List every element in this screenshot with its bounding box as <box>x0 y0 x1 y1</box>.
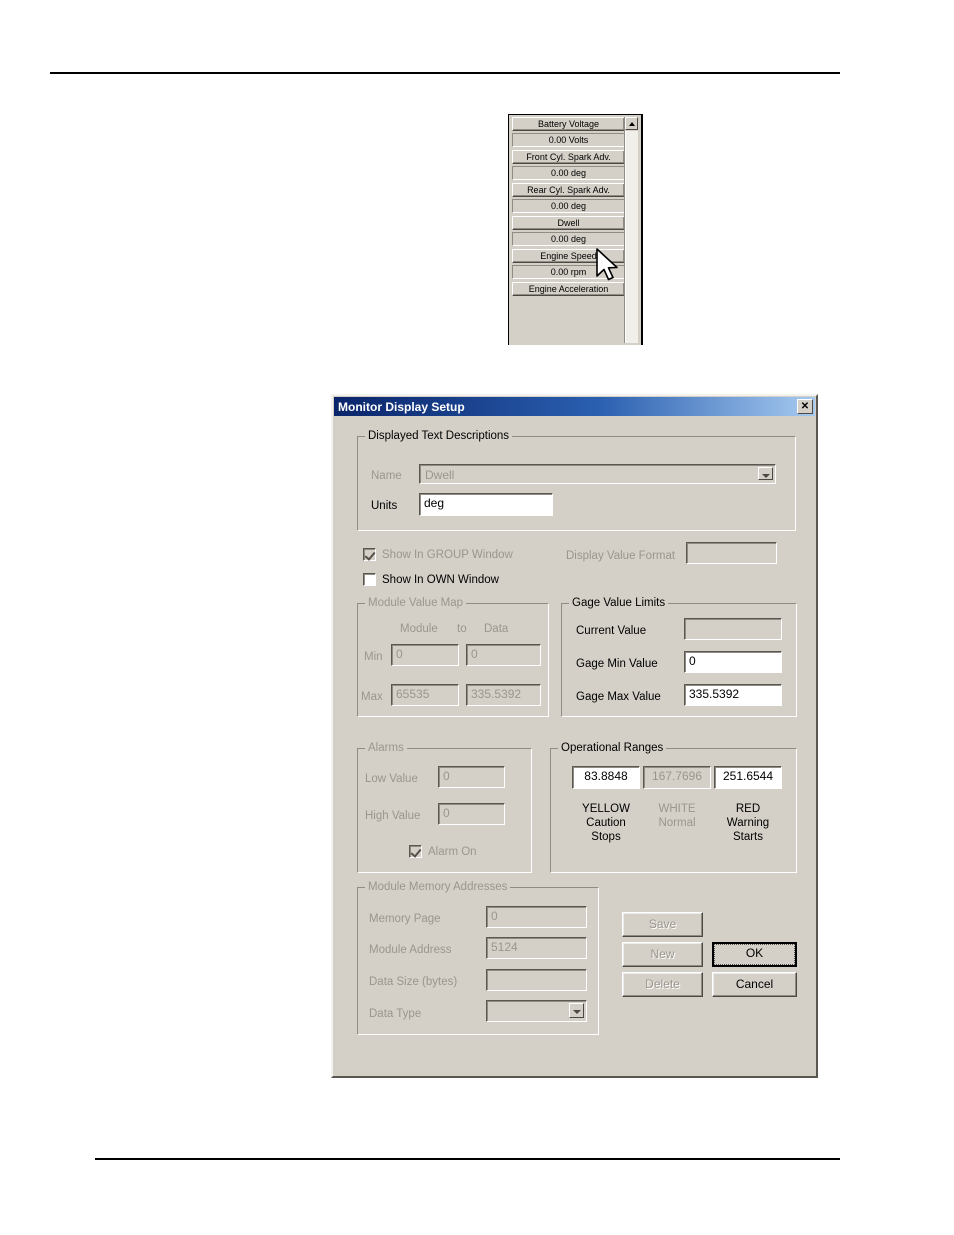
max-label: Max <box>361 691 383 703</box>
gage-max-value-label: Gage Max Value <box>576 691 661 703</box>
low-value-label: Low Value <box>365 773 418 785</box>
ok-button[interactable]: OK <box>712 942 797 967</box>
monitor-item-button[interactable]: Battery Voltage <box>512 117 625 131</box>
new-button: New <box>622 942 703 967</box>
white-caption-line2: Normal <box>658 817 696 829</box>
current-value-input <box>684 618 782 640</box>
memory-page-label: Memory Page <box>369 913 441 925</box>
alarm-on-checkbox[interactable] <box>409 845 422 858</box>
chevron-down-icon[interactable] <box>758 467 773 480</box>
chevron-down-icon <box>569 1003 584 1018</box>
group-label: Displayed Text Descriptions <box>365 430 513 442</box>
data-type-dropdown <box>486 1000 587 1022</box>
red-threshold-input[interactable]: 251.6544 <box>714 766 782 789</box>
show-in-own-window-checkbox[interactable] <box>363 573 376 586</box>
show-in-own-window-label: Show In OWN Window <box>382 573 499 586</box>
group-label: Alarms <box>365 742 407 754</box>
yellow-caption-line1: YELLOW <box>582 803 630 815</box>
to-column-header: to <box>457 623 467 635</box>
mouse-cursor-icon <box>596 248 618 281</box>
memory-page-input: 0 <box>486 906 587 928</box>
low-value-input: 0 <box>438 766 505 788</box>
yellow-caption-line3: Stops <box>591 831 621 843</box>
current-value-label: Current Value <box>576 625 647 637</box>
monitor-item-value: 0.00 deg <box>512 199 625 213</box>
monitor-scrollbar[interactable] <box>624 117 638 343</box>
min-module-input: 0 <box>391 644 459 666</box>
save-button: Save <box>622 912 703 937</box>
monitor-display-setup-dialog: Monitor Display Setup ✕ Displayed Text D… <box>331 394 818 1078</box>
data-column-header: Data <box>484 623 509 635</box>
cancel-button[interactable]: Cancel <box>712 972 797 997</box>
dialog-title: Monitor Display Setup <box>338 399 465 414</box>
white-range-caption: WHITE Normal <box>643 802 711 830</box>
module-address-label: Module Address <box>369 944 452 956</box>
yellow-caption-line2: Caution <box>586 817 626 829</box>
show-in-own-window-row[interactable]: Show In OWN Window <box>363 573 499 586</box>
page-rule-top <box>50 72 840 74</box>
data-size-label: Data Size (bytes) <box>369 976 458 988</box>
gage-min-value-input[interactable]: 0 <box>684 651 782 673</box>
monitor-item-button-dwell[interactable]: Dwell <box>512 216 625 230</box>
min-label: Min <box>364 651 383 663</box>
monitor-item-value: 0.00 deg <box>512 166 625 180</box>
red-caption-line2: Warning <box>726 817 770 829</box>
high-value-input: 0 <box>438 803 505 825</box>
data-size-input <box>486 969 587 991</box>
monitor-group-window: Battery Voltage 0.00 Volts Front Cyl. Sp… <box>508 114 643 345</box>
name-dropdown-value: Dwell <box>425 468 455 482</box>
group-label: Module Memory Addresses <box>365 881 511 893</box>
group-label: Gage Value Limits <box>569 597 669 609</box>
show-in-group-window-label: Show In GROUP Window <box>382 548 513 561</box>
units-input[interactable]: deg <box>419 493 553 516</box>
name-label: Name <box>371 470 402 482</box>
yellow-threshold-input[interactable]: 83.8848 <box>572 766 640 789</box>
ok-button-label: OK <box>714 944 795 965</box>
yellow-range-caption: YELLOW Caution Stops <box>572 802 640 844</box>
high-value-label: High Value <box>365 810 421 822</box>
scrollbar-track[interactable] <box>625 131 638 343</box>
units-label: Units <box>371 500 398 512</box>
page-rule-bottom <box>95 1158 840 1160</box>
alarm-on-label: Alarm On <box>428 845 477 858</box>
group-label: Module Value Map <box>365 597 467 609</box>
white-caption-line1: WHITE <box>658 803 696 815</box>
monitor-item-value: 0.00 deg <box>512 232 625 246</box>
red-caption-line3: Starts <box>732 831 764 843</box>
alarm-on-row[interactable]: Alarm On <box>409 845 477 858</box>
monitor-item-value: 0.00 Volts <box>512 133 625 147</box>
monitor-item-list: Battery Voltage 0.00 Volts Front Cyl. Sp… <box>512 117 625 345</box>
max-data-input: 335.5392 <box>466 684 541 706</box>
close-icon[interactable]: ✕ <box>797 399 813 414</box>
name-dropdown[interactable]: Dwell <box>419 464 776 484</box>
display-value-format-input <box>686 542 777 564</box>
show-in-group-window-row[interactable]: Show In GROUP Window <box>363 548 513 561</box>
module-column-header: Module <box>400 623 438 635</box>
white-threshold-input: 167.7696 <box>643 766 711 789</box>
dialog-titlebar[interactable]: Monitor Display Setup ✕ <box>334 397 815 416</box>
max-module-input: 65535 <box>391 684 459 706</box>
show-in-group-window-checkbox[interactable] <box>363 548 376 561</box>
red-caption-line1: RED <box>735 803 761 815</box>
monitor-item-button[interactable]: Rear Cyl. Spark Adv. <box>512 183 625 197</box>
display-value-format-label: Display Value Format <box>566 550 676 562</box>
module-address-input: 5124 <box>486 937 587 959</box>
gage-min-value-label: Gage Min Value <box>576 658 658 670</box>
group-label: Operational Ranges <box>558 742 667 754</box>
delete-button: Delete <box>622 972 703 997</box>
scroll-up-arrow-icon[interactable] <box>625 117 638 130</box>
gage-max-value-input[interactable]: 335.5392 <box>684 684 782 706</box>
monitor-item-button[interactable]: Front Cyl. Spark Adv. <box>512 150 625 164</box>
data-type-label: Data Type <box>369 1008 422 1020</box>
min-data-input: 0 <box>466 644 541 666</box>
red-range-caption: RED Warning Starts <box>714 802 782 844</box>
